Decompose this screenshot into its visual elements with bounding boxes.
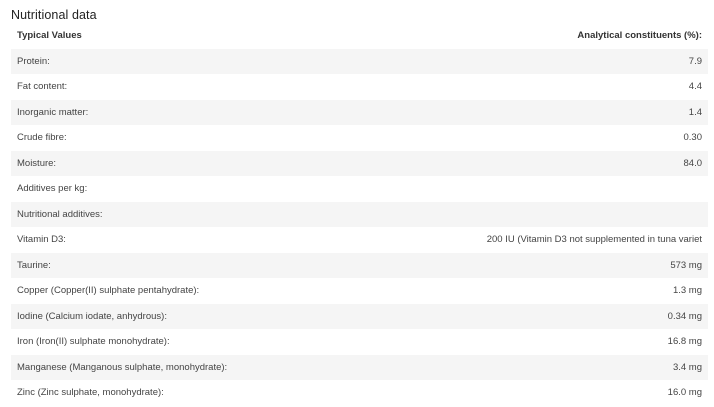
row-label: Additives per kg: [11, 176, 453, 202]
table-row: Taurine: 573 mg [11, 252, 708, 278]
row-label: Iron (Iron(II) sulphate monohydrate): [11, 329, 453, 355]
nutritional-data-section: Nutritional data Typical Values Analytic… [0, 0, 714, 407]
row-label: Fat content: [11, 74, 453, 100]
row-value: 3.4 mg [453, 354, 708, 380]
table-row: Vitamin D3: 200 IU (Vitamin D3 not suppl… [11, 227, 708, 253]
row-value [453, 201, 708, 227]
row-value: 4.4 [453, 74, 708, 100]
row-value: 0.34 mg [453, 303, 708, 329]
row-label: Iodine (Calcium iodate, anhydrous): [11, 303, 453, 329]
header-analytical-constituents: Analytical constituents (%): [453, 23, 708, 49]
table-row: Crude fibre: 0.30 [11, 125, 708, 151]
table-header-row: Typical Values Analytical constituents (… [11, 23, 708, 49]
row-value: 16.8 mg [453, 329, 708, 355]
row-value: 1.4 [453, 99, 708, 125]
row-label: Zinc (Zinc sulphate, monohydrate): [11, 380, 453, 406]
row-label: Copper (Copper(II) sulphate pentahydrate… [11, 278, 453, 304]
row-label: Manganese (Manganous sulphate, monohydra… [11, 354, 453, 380]
table-row: Manganese (Manganous sulphate, monohydra… [11, 354, 708, 380]
nutritional-table: Typical Values Analytical constituents (… [11, 23, 708, 406]
row-value [453, 176, 708, 202]
row-value: 573 mg [453, 252, 708, 278]
table-row: Inorganic matter: 1.4 [11, 99, 708, 125]
table-row: Zinc (Zinc sulphate, monohydrate): 16.0 … [11, 380, 708, 406]
row-value: 1.3 mg [453, 278, 708, 304]
table-row: Iron (Iron(II) sulphate monohydrate): 16… [11, 329, 708, 355]
row-label: Nutritional additives: [11, 201, 453, 227]
row-value: 7.9 [453, 48, 708, 74]
row-label: Taurine: [11, 252, 453, 278]
row-value: 16.0 mg [453, 380, 708, 406]
row-label: Vitamin D3: [11, 227, 453, 253]
row-value: 200 IU (Vitamin D3 not supplemented in t… [453, 227, 708, 253]
table-row: Moisture: 84.0 [11, 150, 708, 176]
section-title: Nutritional data [11, 8, 97, 22]
table-row: Additives per kg: [11, 176, 708, 202]
row-label: Crude fibre: [11, 125, 453, 151]
row-label: Inorganic matter: [11, 99, 453, 125]
header-typical-values: Typical Values [11, 23, 453, 49]
row-value: 84.0 [453, 150, 708, 176]
table-row: Fat content: 4.4 [11, 74, 708, 100]
row-label: Protein: [11, 48, 453, 74]
table-row: Copper (Copper(II) sulphate pentahydrate… [11, 278, 708, 304]
table-row: Iodine (Calcium iodate, anhydrous): 0.34… [11, 303, 708, 329]
row-value: 0.30 [453, 125, 708, 151]
row-label: Moisture: [11, 150, 453, 176]
table-row: Nutritional additives: [11, 201, 708, 227]
table-row: Protein: 7.9 [11, 48, 708, 74]
